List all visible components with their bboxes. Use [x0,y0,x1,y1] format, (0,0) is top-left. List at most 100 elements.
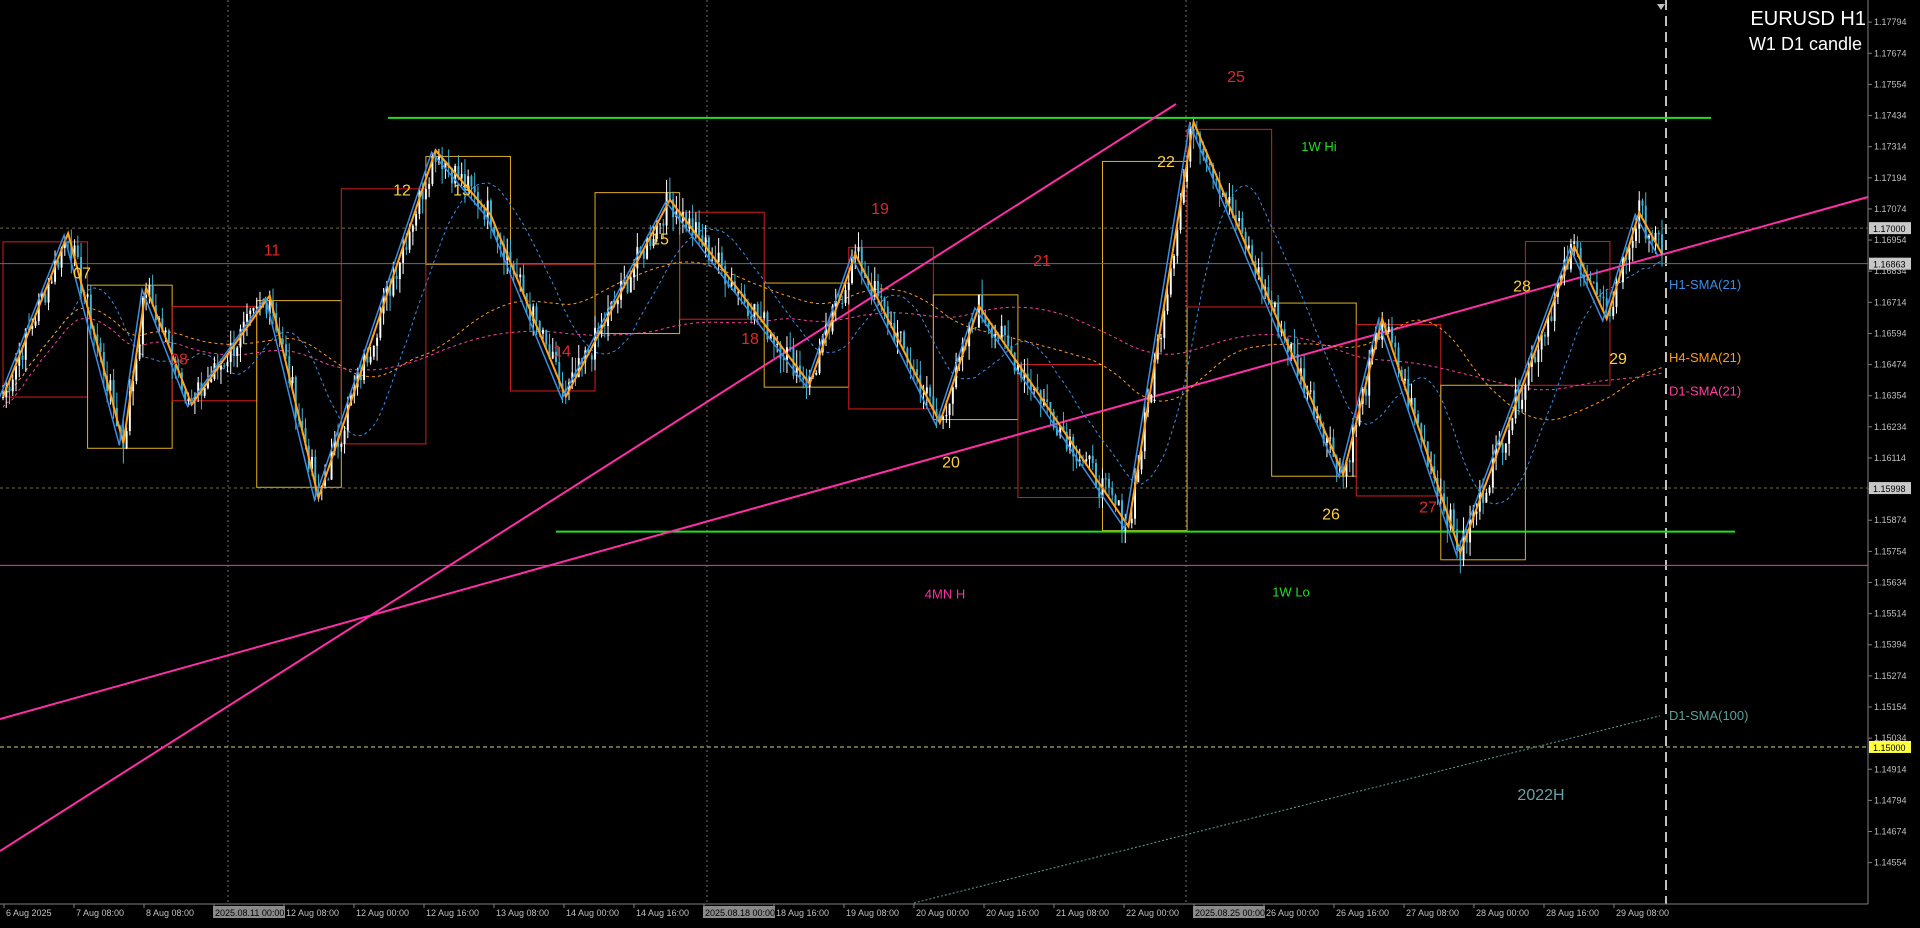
candle-body [415,214,418,226]
day-label: 22 [1157,154,1175,171]
x-tick-label: 20 Aug 16:00 [986,908,1039,918]
candle-body [1543,334,1546,337]
y-tick-label: 1.15514 [1874,609,1907,619]
candle-body [1602,296,1605,299]
candle-body [945,415,948,417]
price-tag-label: 1.17000 [1873,224,1906,234]
candle-body [1485,492,1488,503]
candle-body [1166,294,1169,312]
candle-body [1521,399,1524,409]
candle-body [720,252,723,267]
indicator-label: H4-SMA(21) [1669,350,1741,365]
candle-body [1599,294,1602,297]
candle-body [717,252,720,262]
candle-body [11,379,14,392]
candle-body [285,344,287,357]
y-tick-label: 1.17074 [1874,204,1907,214]
candle-body [883,297,886,307]
candle-body [590,355,593,360]
candle-body [545,329,548,345]
candle-body [411,225,414,232]
candle-body [925,387,928,394]
x-tick-label: 12 Aug 08:00 [286,908,339,918]
x-tick-label: 18 Aug 16:00 [776,908,829,918]
candle-body [327,479,330,481]
candle-body [1130,518,1133,524]
candle-body [1573,241,1576,245]
candle-body [877,280,880,297]
candle-body [460,174,463,179]
candle-body [1104,478,1107,480]
day-label: 11 [264,243,281,260]
x-tick-label: 26 Aug 16:00 [1336,908,1389,918]
price-tag-label: 1.16863 [1873,260,1906,270]
day-label: 20 [942,455,960,472]
candle-body [737,292,740,294]
candle-body [398,262,401,279]
candle-body [1501,443,1504,453]
candle-body [1309,390,1312,392]
candle-body [1091,455,1094,464]
price-tag-label: 1.15998 [1873,484,1906,494]
candle-body [1504,443,1507,453]
candle-body [880,296,883,298]
candle-body [629,277,632,293]
candle-body [223,365,226,367]
day-label: 19 [871,201,889,218]
day-label: 13 [453,182,471,199]
x-tick-label: 29 Aug 08:00 [1616,908,1669,918]
candle-body [245,313,248,322]
candle-body [1641,200,1644,206]
x-tick-label: 14 Aug 16:00 [636,908,689,918]
y-tick-label: 1.17554 [1874,79,1907,89]
x-tick-label: 7 Aug 08:00 [76,908,124,918]
candle-body [903,331,906,349]
level-label: 1W Lo [1272,585,1310,600]
candle-body [948,403,951,416]
candle-body [1550,316,1553,321]
candle-body [1329,437,1332,439]
x-tick-label: 27 Aug 08:00 [1406,908,1459,918]
candle-body [1241,217,1244,232]
candle-body [542,329,544,334]
candle-body [76,245,79,257]
candle-body [125,431,128,449]
candle-body [226,362,229,366]
chart-window[interactable]: 1W Hi 1W Lo 4MN H 2022H 07 08 11 12 13 14 15 18 19 20… [0,0,1920,923]
candle-body [1576,241,1579,248]
y-tick-label: 1.17194 [1874,173,1907,183]
indicator-label: D1-SMA(100) [1669,708,1748,723]
candle-body [21,355,24,360]
candle-body [974,327,977,329]
y-tick-label: 1.16954 [1874,235,1907,245]
candle-body [1537,349,1540,363]
candle-body [659,223,662,225]
candle-body [291,376,294,384]
day-label: 29 [1609,351,1627,368]
symbol-title: EURUSD H1 [1750,8,1866,30]
candle-body [1114,495,1117,506]
candle-body [1508,430,1511,444]
candle-body [372,345,375,357]
candle-body [1404,378,1406,381]
candle-body [857,247,860,252]
x-tick-label: 14 Aug 00:00 [566,908,619,918]
day-label: 18 [741,331,759,348]
day-label: 26 [1322,507,1340,524]
candle-body [1108,478,1110,488]
candle-body [34,321,37,326]
day-label: 21 [1033,253,1051,270]
y-tick-label: 1.15634 [1874,577,1907,587]
x-tick-label: 8 Aug 08:00 [146,908,194,918]
candle-body [1238,217,1241,222]
candle-body [44,294,47,303]
candlestick-chart[interactable]: 1W Hi 1W Lo 4MN H 2022H 07 08 11 12 13 14 15 18 19 20… [0,0,1920,923]
y-tick-label: 1.17434 [1874,111,1907,121]
candle-body [789,347,792,349]
candle-body [424,188,427,200]
indicator-label: D1-SMA(21) [1669,384,1741,399]
y-tick-label: 1.17794 [1874,17,1907,27]
candle-body [1635,228,1637,241]
y-tick-label: 1.16114 [1874,453,1906,463]
candle-body [2,397,4,399]
